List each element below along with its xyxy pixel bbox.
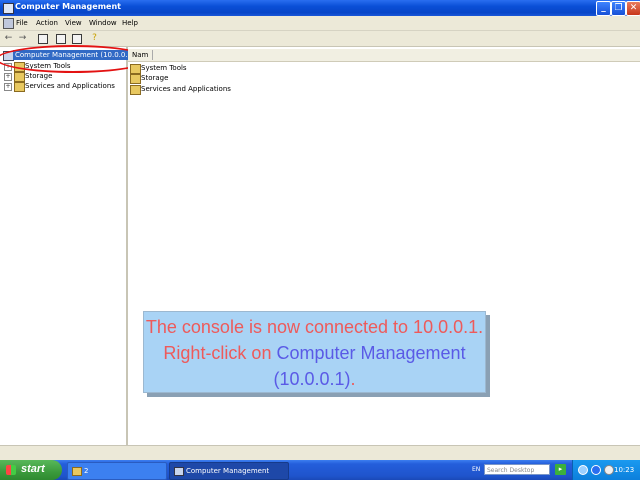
help-icon[interactable]: ? (89, 33, 100, 44)
desktop-search-input[interactable]: Search Desktop (484, 464, 550, 475)
bluetooth-icon[interactable] (591, 465, 601, 475)
services-icon (14, 82, 25, 92)
clock[interactable]: 10:23 (614, 466, 634, 474)
windows-logo-icon (6, 465, 16, 475)
language-indicator[interactable]: EN (472, 466, 480, 473)
list-item-label: Services and Applications (141, 85, 231, 93)
tools-icon (130, 64, 141, 74)
list-item-label: System Tools (141, 64, 187, 72)
taskbar-item-folder[interactable]: 2 (67, 462, 167, 480)
menu-file[interactable]: File (16, 19, 28, 27)
minimize-button[interactable]: _ (596, 1, 611, 16)
window-title: Computer Management (15, 2, 121, 11)
start-button[interactable]: start (0, 460, 62, 480)
menu-view[interactable]: View (65, 19, 82, 27)
status-bar (0, 445, 640, 461)
menu-help[interactable]: Help (122, 19, 138, 27)
callout-highlight-text: Computer Management (10.0.0.1) (273, 343, 466, 389)
callout-text-end: . (350, 369, 356, 389)
column-header: Nam (128, 49, 640, 62)
computer-management-icon (174, 467, 184, 476)
services-icon (130, 85, 141, 95)
expand-icon[interactable]: + (4, 83, 12, 91)
computer-management-icon (3, 3, 14, 14)
folder-icon (72, 467, 82, 476)
storage-icon (14, 72, 25, 82)
tree-item-label: Services and Applications (25, 82, 115, 90)
column-header-name[interactable]: Nam (130, 50, 153, 60)
forward-arrow-icon[interactable]: → (17, 33, 28, 44)
taskbar-item-label: Computer Management (186, 467, 270, 475)
properties-icon[interactable] (72, 34, 82, 44)
title-bar[interactable]: Computer Management _ ❐ ✕ (0, 0, 640, 16)
console-tree-pane[interactable]: Computer Management (10.0.0.1) + System … (0, 47, 137, 445)
tutorial-callout: The console is now connected to 10.0.0.1… (143, 311, 486, 393)
start-label: start (21, 463, 45, 475)
taskbar-item-computer-management[interactable]: Computer Management (169, 462, 289, 480)
network-icon[interactable] (578, 465, 588, 475)
menu-window[interactable]: Window (89, 19, 117, 27)
toolbar: ← → ? (0, 31, 640, 47)
expand-icon[interactable]: + (4, 73, 12, 81)
up-folder-icon[interactable] (38, 34, 48, 44)
close-button[interactable]: ✕ (626, 1, 640, 16)
storage-icon (130, 74, 141, 84)
taskbar: start 2 Computer Management EN Search De… (0, 460, 640, 480)
menu-bar: File Action View Window Help (0, 16, 640, 31)
console-icon[interactable] (3, 18, 14, 29)
search-go-icon[interactable]: ▸ (555, 464, 566, 475)
show-hide-tree-icon[interactable] (56, 34, 66, 44)
back-arrow-icon[interactable]: ← (3, 33, 14, 44)
menu-action[interactable]: Action (36, 19, 58, 27)
volume-icon[interactable] (604, 465, 614, 475)
taskbar-item-label: 2 (84, 467, 89, 475)
list-item-label: Storage (141, 74, 169, 82)
tree-item-label: Storage (25, 72, 53, 80)
maximize-button[interactable]: ❐ (611, 1, 626, 16)
